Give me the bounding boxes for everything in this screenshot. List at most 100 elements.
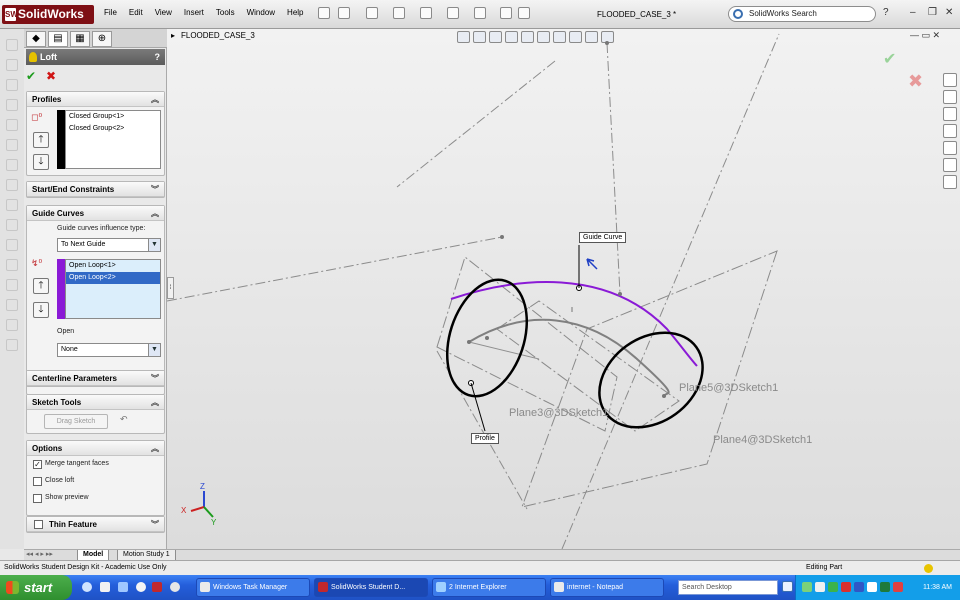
pin-icon[interactable]: [318, 7, 330, 19]
select-icon[interactable]: [474, 7, 486, 19]
undo-sketch-icon[interactable]: ↶: [120, 414, 128, 425]
ok-button[interactable]: ✔: [26, 69, 36, 83]
close-loft-checkbox[interactable]: [33, 477, 42, 486]
menu-window[interactable]: Window: [247, 8, 275, 17]
tray-icon[interactable]: [880, 582, 890, 592]
task-internet-explorer[interactable]: 2 Internet Explorer: [432, 578, 546, 597]
search-results-icon[interactable]: [943, 124, 957, 138]
chamfer-icon[interactable]: [6, 179, 18, 191]
cancel-button[interactable]: ✖: [46, 69, 56, 83]
solidworks-search-input[interactable]: SolidWorks Search: [728, 6, 876, 22]
options-header[interactable]: Options ︽: [27, 441, 164, 456]
rebuild-icon[interactable]: [500, 7, 512, 19]
configuration-manager-tab[interactable]: ▦: [70, 31, 90, 47]
task-solidworks[interactable]: SolidWorks Student D...: [314, 578, 428, 597]
move-profile-down-button[interactable]: 🡓: [33, 154, 49, 170]
merge-tangent-checkbox[interactable]: ✓: [33, 460, 42, 469]
menu-edit[interactable]: Edit: [129, 8, 143, 17]
custom-properties-icon[interactable]: [943, 175, 957, 189]
undo-icon[interactable]: [447, 7, 459, 19]
search-go-icon[interactable]: [782, 581, 793, 592]
shell-icon[interactable]: [6, 219, 18, 231]
profiles-header[interactable]: Profiles ︽: [27, 92, 164, 107]
mirror-icon[interactable]: [6, 299, 18, 311]
quicklaunch-icon[interactable]: [136, 582, 146, 592]
expand-icon[interactable]: ︾: [151, 182, 159, 197]
restore-button[interactable]: ❐: [928, 7, 937, 18]
guide-curves-list[interactable]: Open Loop<1> Open Loop<2>: [65, 259, 161, 319]
show-preview-checkbox[interactable]: [33, 494, 42, 503]
thin-feature-checkbox[interactable]: [34, 520, 43, 529]
collapse-icon[interactable]: ︽: [151, 395, 159, 410]
solidworks-resources-icon[interactable]: [943, 73, 957, 87]
tab-scroll-arrows[interactable]: ◂◂ ◂ ▸ ▸▸: [26, 550, 53, 558]
loft-icon[interactable]: [6, 99, 18, 111]
tray-icon[interactable]: [802, 582, 812, 592]
pattern-icon[interactable]: [6, 279, 18, 291]
guide-curve-callout[interactable]: Guide Curve: [579, 232, 627, 243]
confirm-ok-icon[interactable]: ✔: [883, 49, 896, 69]
extrude-icon[interactable]: [6, 39, 18, 51]
profile-callout[interactable]: Profile: [471, 433, 499, 444]
confirm-cancel-icon[interactable]: ✖: [908, 71, 923, 92]
reference-geometry-icon[interactable]: [6, 319, 18, 331]
cut-icon[interactable]: [6, 139, 18, 151]
move-profile-up-button[interactable]: 🡑: [33, 132, 49, 148]
close-button[interactable]: ✕: [945, 7, 953, 18]
quicklaunch-icon[interactable]: [170, 582, 180, 592]
collapse-icon[interactable]: ︽: [151, 92, 159, 107]
hole-icon[interactable]: [6, 259, 18, 271]
menu-file[interactable]: File: [104, 8, 117, 17]
solidworks-logo[interactable]: SW SolidWorks: [2, 5, 94, 24]
tray-icon[interactable]: [841, 582, 851, 592]
options-icon[interactable]: [518, 7, 530, 19]
tray-icon[interactable]: [828, 582, 838, 592]
open-document-icon[interactable]: [366, 7, 378, 19]
dimxpert-manager-tab[interactable]: ⊕: [92, 31, 112, 47]
profiles-list[interactable]: Closed Group<1> Closed Group<2>: [65, 110, 161, 169]
expand-icon[interactable]: ︾: [151, 517, 159, 532]
menu-view[interactable]: View: [155, 8, 172, 17]
task-notepad[interactable]: internet - Notepad: [550, 578, 664, 597]
list-item[interactable]: Closed Group<1>: [66, 111, 160, 123]
task-windows-task-manager[interactable]: Windows Task Manager: [196, 578, 310, 597]
print-icon[interactable]: [420, 7, 432, 19]
quicklaunch-icon[interactable]: [118, 582, 128, 592]
tray-icon[interactable]: [815, 582, 825, 592]
quicklaunch-icon[interactable]: [100, 582, 110, 592]
ie-quicklaunch-icon[interactable]: [82, 582, 92, 592]
panel-collapse-handle[interactable]: ⁞: [167, 277, 174, 299]
start-button[interactable]: start: [0, 575, 72, 600]
save-icon[interactable]: [393, 7, 405, 19]
graphics-area[interactable]: ▸ FLOODED_CASE_3 — ▭ ✕ Z X Y Plane3@3DSk…: [167, 29, 960, 549]
move-guide-down-button[interactable]: 🡓: [33, 302, 49, 318]
file-explorer-icon[interactable]: [943, 107, 957, 121]
tray-icon[interactable]: [854, 582, 864, 592]
list-item[interactable]: Open Loop<1>: [66, 260, 160, 272]
feature-manager-tab[interactable]: ◆: [26, 31, 46, 47]
boundary-icon[interactable]: [6, 119, 18, 131]
move-guide-up-button[interactable]: 🡑: [33, 278, 49, 294]
influence-type-select[interactable]: To Next Guide ▼: [57, 238, 161, 252]
fillet-icon[interactable]: [6, 159, 18, 171]
tray-icon[interactable]: [893, 582, 903, 592]
collapse-icon[interactable]: ︽: [151, 206, 159, 221]
sketch-tools-header[interactable]: Sketch Tools ︽: [27, 395, 164, 410]
expand-icon[interactable]: ︾: [151, 371, 159, 386]
menu-insert[interactable]: Insert: [184, 8, 204, 17]
collapse-icon[interactable]: ︽: [151, 441, 159, 456]
guide-curves-header[interactable]: Guide Curves ︽: [27, 206, 164, 221]
list-item-selected[interactable]: Open Loop<2>: [66, 272, 160, 284]
rib-icon[interactable]: [6, 199, 18, 211]
thin-feature-header[interactable]: Thin Feature ︾: [27, 517, 164, 532]
sweep-icon[interactable]: [6, 79, 18, 91]
revolve-icon[interactable]: [6, 59, 18, 71]
view-palette-icon[interactable]: [943, 141, 957, 155]
menu-tools[interactable]: Tools: [216, 8, 235, 17]
list-item[interactable]: Closed Group<2>: [66, 123, 160, 135]
property-manager-tab[interactable]: ▤: [48, 31, 68, 47]
minimize-button[interactable]: –: [910, 7, 916, 18]
new-document-icon[interactable]: [338, 7, 350, 19]
menu-help[interactable]: Help: [287, 8, 303, 17]
loft-help-button[interactable]: ?: [155, 49, 161, 65]
